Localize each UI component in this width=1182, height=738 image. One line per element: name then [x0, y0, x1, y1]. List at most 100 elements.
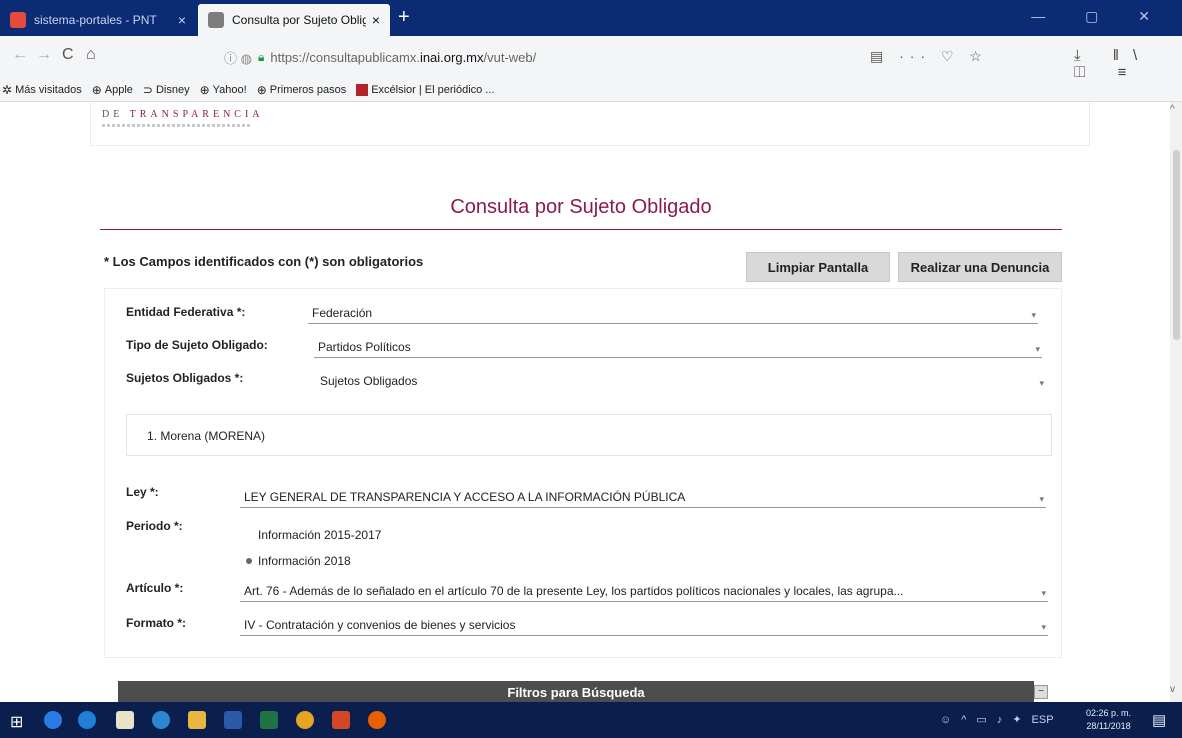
- tab-sistema-portales[interactable]: sistema-portales - PNT ×: [0, 4, 196, 36]
- sujetos-label: Sujetos Obligados *:: [126, 371, 244, 385]
- bookmarks-bar: ✲ Más visitados ⊕ Apple ⊃ Disney ⊕ Yahoo! ⊕ P…: [0, 78, 1182, 102]
- formato-select[interactable]: IV - Contratación y convenios de bienes …: [240, 614, 1048, 636]
- chevron-down-icon: ▾: [1035, 344, 1040, 354]
- entidad-value: Federación: [312, 305, 373, 320]
- bookmark-excelsior[interactable]: Excélsior | El periódico ...: [356, 83, 495, 96]
- tipo-sujeto-select[interactable]: Partidos Políticos ▾: [314, 336, 1042, 358]
- tab-consulta-sujeto-obligado[interactable]: Consulta por Sujeto Obligado ×: [198, 4, 390, 36]
- page-title: Consulta por Sujeto Obligado: [450, 196, 712, 218]
- tab-close-icon[interactable]: ×: [372, 12, 380, 28]
- tab-label: Consulta por Sujeto Obligado: [232, 13, 366, 27]
- bookmark-primeros-pasos[interactable]: ⊕ Primeros pasos: [257, 83, 346, 97]
- selected-sujetos-list: 1. Morena (MORENA): [126, 414, 1052, 456]
- store-icon[interactable]: [116, 711, 134, 729]
- back-icon[interactable]: ←: [12, 46, 28, 64]
- radio-off-icon[interactable]: [246, 531, 254, 539]
- clock-time: 02:26 p. m.: [1086, 708, 1132, 718]
- browser-nav-bar: ← → C ⌂ ⓘ ◍ 🔒︎ https://consultapublicamx…: [0, 36, 1182, 81]
- word-icon[interactable]: [224, 711, 242, 729]
- powerpoint-icon[interactable]: [332, 711, 350, 729]
- home-icon[interactable]: ⌂: [86, 46, 96, 64]
- formato-value: IV - Contratación y convenios de bienes …: [244, 617, 516, 632]
- entidad-label: Entidad Federativa *:: [126, 305, 246, 319]
- mail-icon[interactable]: [152, 711, 170, 729]
- globe-icon: ⊕: [199, 82, 210, 97]
- toolbar-icons[interactable]: ⤓ ‖\ ◫ ≡: [1074, 47, 1182, 81]
- required-fields-note: * Los Campos identificados con (*) son o…: [104, 254, 424, 269]
- url-bar[interactable]: ⓘ ◍ 🔒︎ https://consultapublicamx. inai.or…: [224, 42, 974, 72]
- taskbar-clock[interactable]: 02:26 p. m. 28/11/2018: [1086, 707, 1131, 733]
- volume-icon[interactable]: ♪: [997, 714, 1003, 726]
- logo-subtitle-decoration: [102, 124, 252, 127]
- logo-accent: TRANSPARENCIA: [129, 109, 264, 120]
- system-tray: ☺ ^ ▭ ♪ ✦ ESP: [940, 713, 1064, 727]
- tipo-sujeto-value: Partidos Políticos: [318, 339, 411, 354]
- bookmark-yahoo[interactable]: ⊕ Yahoo!: [200, 83, 247, 97]
- network-icon[interactable]: ▭: [976, 713, 986, 726]
- lock-icon[interactable]: 🔒︎: [258, 50, 264, 65]
- pnt-favicon-icon: [10, 12, 26, 28]
- logo-prefix: DE: [102, 109, 130, 120]
- globe-icon: ⊕: [91, 82, 102, 97]
- browser-tab-bar: sistema-portales - PNT × Consulta por Su…: [0, 0, 1182, 36]
- new-tab-icon[interactable]: +: [398, 6, 410, 29]
- periodo-option-label: Información 2015-2017: [258, 528, 382, 542]
- chevron-down-icon: ▾: [1041, 588, 1046, 598]
- tab-close-icon[interactable]: ×: [178, 12, 186, 28]
- windows-start-icon[interactable]: ⊞: [10, 712, 28, 731]
- search-filters-header[interactable]: Filtros para Búsqueda: [118, 681, 1034, 702]
- periodo-option-2015-2017[interactable]: Información 2015-2017: [246, 528, 381, 542]
- scrollbar-thumb[interactable]: [1173, 150, 1180, 340]
- info-icon[interactable]: ⓘ ◍: [224, 48, 252, 67]
- scroll-up-icon[interactable]: ^: [1170, 104, 1175, 115]
- window-controls[interactable]: — ▢ ✕: [1031, 8, 1168, 25]
- list-item[interactable]: 1. Morena (MORENA): [147, 429, 1051, 443]
- bookmark-label: Disney: [155, 83, 190, 96]
- articulo-label: Artículo *:: [126, 581, 184, 595]
- bookmark-label: Más visitados: [15, 83, 82, 96]
- os-taskbar: ⊞ ☺ ^ ▭ ♪ ✦ ESP 02:26 p. m. 28/11/2018 ▤: [0, 702, 1182, 738]
- collapse-filters-icon[interactable]: −: [1034, 685, 1048, 699]
- page-actions-icon[interactable]: ▤ ··· ♡ ☆: [870, 48, 988, 65]
- bookmark-apple[interactable]: ⊕ Apple: [92, 83, 133, 97]
- people-icon[interactable]: ☺: [940, 714, 951, 726]
- radio-selected-icon[interactable]: [246, 558, 252, 564]
- entidad-select[interactable]: Federación ▾: [308, 302, 1038, 324]
- sujetos-select[interactable]: Sujetos Obligados ▾: [316, 370, 1046, 392]
- periodo-option-2018[interactable]: Información 2018: [246, 554, 351, 568]
- chevron-down-icon: ▾: [1039, 378, 1044, 388]
- disney-icon: ⊃: [142, 82, 153, 97]
- notifications-icon[interactable]: ▤: [1152, 711, 1166, 729]
- edge-icon[interactable]: [78, 711, 96, 729]
- bookmark-label: Apple: [104, 83, 133, 96]
- file-complaint-button[interactable]: Realizar una Denuncia: [898, 252, 1062, 282]
- articulo-select[interactable]: Art. 76 - Además de lo señalado en el ar…: [240, 580, 1048, 602]
- site-logo[interactable]: DE TRANSPARENCIA: [102, 109, 264, 120]
- bookmark-disney[interactable]: ⊃ Disney: [143, 83, 190, 97]
- page-favicon-icon: [208, 12, 224, 28]
- chevron-down-icon: ▾: [1031, 310, 1036, 320]
- reload-icon[interactable]: C: [62, 46, 74, 64]
- tab-label: sistema-portales - PNT: [34, 13, 157, 27]
- tray-expand-icon[interactable]: ^: [961, 714, 966, 726]
- gear-icon: ✲: [2, 82, 13, 97]
- bookmark-mas-visitados[interactable]: ✲ Más visitados: [2, 83, 82, 97]
- telegram-icon[interactable]: [44, 711, 62, 729]
- clear-screen-button[interactable]: Limpiar Pantalla: [746, 252, 890, 282]
- bookmark-label: Excélsior | El periódico ...: [371, 83, 495, 96]
- dropbox-icon[interactable]: ✦: [1012, 713, 1021, 726]
- language-indicator[interactable]: ESP: [1032, 714, 1054, 726]
- excel-icon[interactable]: [260, 711, 278, 729]
- articulo-value: Art. 76 - Además de lo señalado en el ar…: [244, 583, 904, 598]
- clock-date: 28/11/2018: [1086, 721, 1131, 731]
- url-prefix: https://consultapublicamx.: [270, 49, 420, 65]
- excelsior-icon: [356, 83, 369, 96]
- ley-select[interactable]: LEY GENERAL DE TRANSPARENCIA Y ACCESO A …: [240, 486, 1046, 508]
- url-path: /vut-web/: [483, 49, 537, 65]
- firefox-icon[interactable]: [368, 711, 386, 729]
- chrome-icon[interactable]: [296, 711, 314, 729]
- scroll-down-icon[interactable]: v: [1170, 684, 1175, 695]
- forward-icon[interactable]: →: [36, 46, 52, 64]
- folder-icon[interactable]: [188, 711, 206, 729]
- globe-icon: ⊕: [256, 82, 267, 97]
